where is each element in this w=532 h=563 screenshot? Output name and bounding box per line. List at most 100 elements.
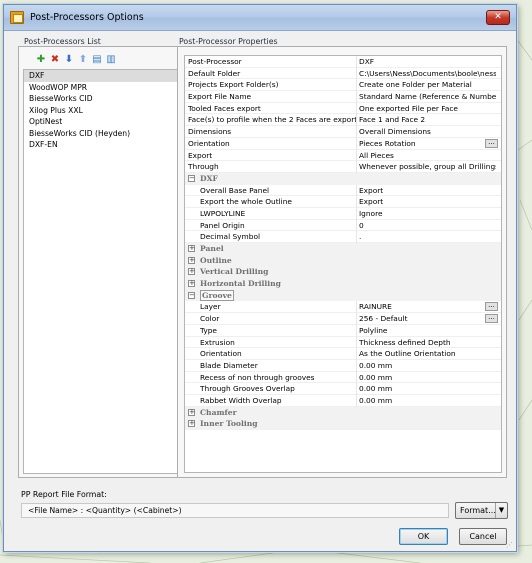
property-name: Through <box>188 162 219 172</box>
post-processor-item[interactable]: BiesseWorks CID <box>24 93 182 105</box>
property-group-row[interactable]: + Inner Tooling <box>185 418 501 430</box>
property-value[interactable]: DXF <box>356 56 496 68</box>
property-value[interactable]: 0.00 mm <box>356 359 496 372</box>
property-row[interactable]: LWPOLYLINE Ignore <box>185 207 501 220</box>
property-value[interactable]: 0.00 mm <box>356 371 496 384</box>
property-name: Export the whole Outline <box>200 197 292 207</box>
property-row[interactable]: Tooled Faces export One exported File per… <box>185 102 501 115</box>
ok-button[interactable]: OK <box>399 528 448 545</box>
property-value[interactable]: As the Outline Orientation <box>356 348 496 360</box>
property-value[interactable]: Export <box>356 184 496 197</box>
property-name: Rabbet Width Overlap <box>200 395 282 405</box>
move-up-icon[interactable]: ⬆ <box>78 55 88 65</box>
property-row[interactable]: Overall Base Panel Export <box>185 184 501 197</box>
property-name: Post-Processor <box>188 57 242 66</box>
properties-grid[interactable]: Post-Processor DXF Default Folder C:\Users\… <box>184 55 502 473</box>
property-value[interactable]: 0.00 mm <box>356 383 496 395</box>
expand-icon[interactable]: + <box>188 256 195 264</box>
title-bar[interactable]: Post-Processors Options ✕ <box>4 5 516 31</box>
property-value[interactable]: C:\Users\Ness\Documents\boole\ness\... <box>356 67 496 80</box>
property-value[interactable]: Standard Name (Reference & Number) <box>356 91 496 103</box>
property-group-row[interactable]: + Outline <box>185 254 501 267</box>
property-value[interactable]: Face 1 and Face 2 <box>356 114 496 127</box>
property-value[interactable]: 0.00 mm <box>356 394 496 407</box>
ellipsis-button[interactable]: ... <box>485 302 498 312</box>
post-processor-item[interactable]: OptiNest <box>24 116 182 128</box>
list-toolbar: ✚ ✖ ⬇ ⬆ ▤ ▥ <box>36 54 116 66</box>
expand-icon[interactable]: + <box>188 408 195 416</box>
property-row[interactable]: Layer RAINURE... <box>185 301 501 314</box>
property-value[interactable]: One exported File per Face <box>356 102 496 115</box>
ellipsis-button[interactable]: ... <box>485 314 498 324</box>
property-name: Layer <box>200 302 221 312</box>
property-row[interactable]: Blade Diameter 0.00 mm <box>185 359 501 372</box>
property-group-row[interactable]: − DXF <box>185 172 501 185</box>
property-value[interactable]: All Pieces <box>356 149 496 162</box>
property-group-row[interactable]: + Vertical Drilling <box>185 266 501 279</box>
expand-icon[interactable]: + <box>188 245 195 252</box>
property-group-row[interactable]: + Chamfer <box>185 406 501 419</box>
format-dropdown-arrow[interactable]: ▼ <box>495 503 507 518</box>
property-row[interactable]: Extrusion Thickness defined Depth <box>185 336 501 349</box>
post-processor-item[interactable]: WoodWOP MPR <box>24 82 182 94</box>
export-icon[interactable]: ▥ <box>106 55 116 65</box>
property-row[interactable]: Face(s) to profile when the 2 Faces are … <box>185 114 501 127</box>
close-button[interactable]: ✕ <box>486 10 510 25</box>
property-row[interactable]: Panel Origin 0 <box>185 219 501 232</box>
property-row[interactable]: Orientation As the Outline Orientation <box>185 348 501 360</box>
property-row[interactable]: Export All Pieces <box>185 149 501 162</box>
format-button[interactable]: Format... ▼ <box>455 502 508 519</box>
property-group-row[interactable]: + Horizontal Drilling <box>185 278 501 290</box>
property-value[interactable]: Ignore <box>356 207 496 220</box>
property-row[interactable]: Default Folder C:\Users\Ness\Documents\bo… <box>185 67 501 80</box>
delete-icon[interactable]: ✖ <box>50 55 60 65</box>
property-value[interactable]: Whenever possible, group all Drillings .… <box>356 161 496 173</box>
property-name: Recess of non through grooves <box>200 372 315 382</box>
report-format-field[interactable]: <File Name> : <Quantity> (<Cabinet>) <box>21 503 449 518</box>
property-row[interactable]: Color 256 - Default... <box>185 313 501 325</box>
property-name: Orientation <box>188 138 230 148</box>
post-processor-item[interactable]: BiesseWorks CID (Heyden) <box>24 128 182 140</box>
property-row[interactable]: Export File Name Standard Name (Reference… <box>185 91 501 103</box>
ellipsis-button[interactable]: ... <box>485 138 498 148</box>
post-processor-item[interactable]: DXF-EN <box>24 139 182 151</box>
property-row[interactable]: Rabbet Width Overlap 0.00 mm <box>185 394 501 407</box>
move-down-icon[interactable]: ⬇ <box>64 55 74 65</box>
property-name: Type <box>200 325 217 335</box>
post-processor-item[interactable]: Xilog Plus XXL <box>24 105 182 117</box>
property-group-row[interactable]: + Panel <box>185 243 501 255</box>
property-group-row[interactable]: − Groove <box>185 289 501 302</box>
post-processor-item[interactable]: DXF <box>24 70 182 82</box>
property-value[interactable]: RAINURE <box>356 301 496 314</box>
property-value[interactable]: Thickness defined Depth <box>356 336 496 349</box>
property-value[interactable]: 0 <box>356 219 496 232</box>
cancel-button[interactable]: Cancel <box>459 528 507 545</box>
collapse-icon[interactable]: − <box>188 174 195 182</box>
property-value[interactable]: Create one Folder per Material <box>356 79 496 92</box>
property-value[interactable]: Pieces Rotation <box>356 137 496 150</box>
property-row[interactable]: Recess of non through grooves 0.00 mm <box>185 371 501 384</box>
add-icon[interactable]: ✚ <box>36 55 46 65</box>
property-row[interactable]: Through Grooves Overlap 0.00 mm <box>185 383 501 395</box>
property-value[interactable]: . <box>356 231 496 244</box>
property-row[interactable]: Type Polyline <box>185 324 501 337</box>
property-row[interactable]: Orientation Pieces Rotation... <box>185 137 501 150</box>
property-value[interactable]: Export <box>356 196 496 208</box>
property-group-name-cell: Chamfer <box>200 407 368 419</box>
property-value[interactable]: Polyline <box>356 324 496 337</box>
post-processors-list[interactable]: DXF WoodWOP MPR BiesseWorks CID Xilog Plus … <box>23 69 183 474</box>
expand-icon[interactable]: + <box>188 280 195 288</box>
property-value[interactable]: 256 - Default <box>356 313 496 325</box>
resize-grip-icon[interactable]: ⋰ <box>506 541 514 549</box>
property-row[interactable]: Post-Processor DXF <box>185 56 501 68</box>
property-row[interactable]: Through Whenever possible, group all Dril… <box>185 161 501 173</box>
property-row[interactable]: Dimensions Overall Dimensions <box>185 126 501 138</box>
property-row[interactable]: Export the whole Outline Export <box>185 196 501 208</box>
property-row[interactable]: Projects Export Folder(s) Create one Fold… <box>185 79 501 92</box>
property-value[interactable]: Overall Dimensions <box>356 126 496 138</box>
expand-icon[interactable]: + <box>188 268 195 276</box>
property-row[interactable]: Decimal Symbol. <box>185 231 501 244</box>
import-icon[interactable]: ▤ <box>92 55 102 65</box>
collapse-icon[interactable]: − <box>188 291 195 299</box>
expand-icon[interactable]: + <box>188 420 195 428</box>
